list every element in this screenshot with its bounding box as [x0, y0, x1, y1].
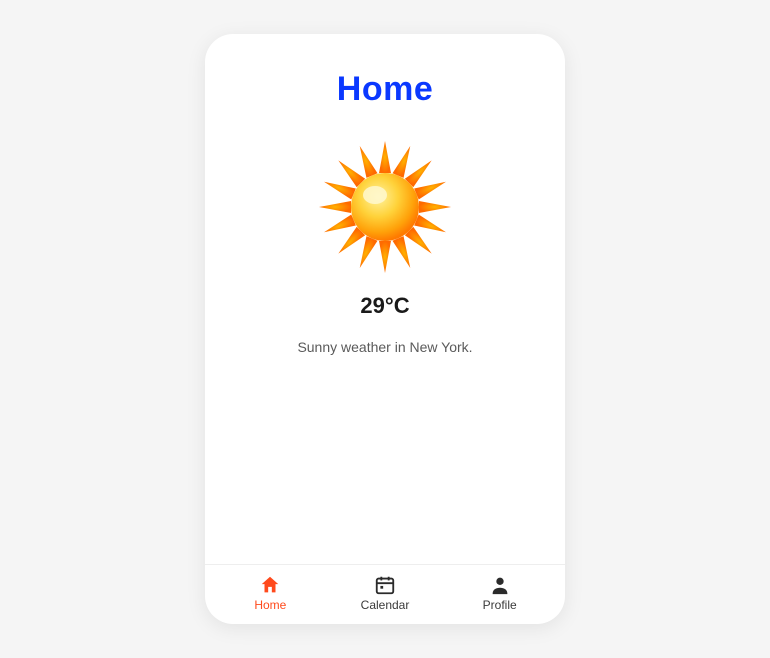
tab-profile[interactable]: Profile	[442, 574, 557, 612]
app-frame: Home	[205, 34, 565, 624]
home-screen: Home	[205, 34, 565, 564]
sun-icon	[315, 137, 455, 277]
tab-home[interactable]: Home	[213, 574, 328, 612]
home-icon	[259, 574, 281, 596]
weather-description: Sunny weather in New York.	[297, 339, 472, 355]
calendar-icon	[374, 574, 396, 596]
tab-label: Profile	[483, 598, 517, 612]
profile-icon	[489, 574, 511, 596]
tab-label: Home	[254, 598, 286, 612]
temperature-value: 29°C	[360, 293, 409, 319]
tab-calendar[interactable]: Calendar	[328, 574, 443, 612]
tab-label: Calendar	[361, 598, 410, 612]
tab-bar: Home Calendar Profile	[205, 564, 565, 624]
page-title: Home	[337, 70, 433, 109]
